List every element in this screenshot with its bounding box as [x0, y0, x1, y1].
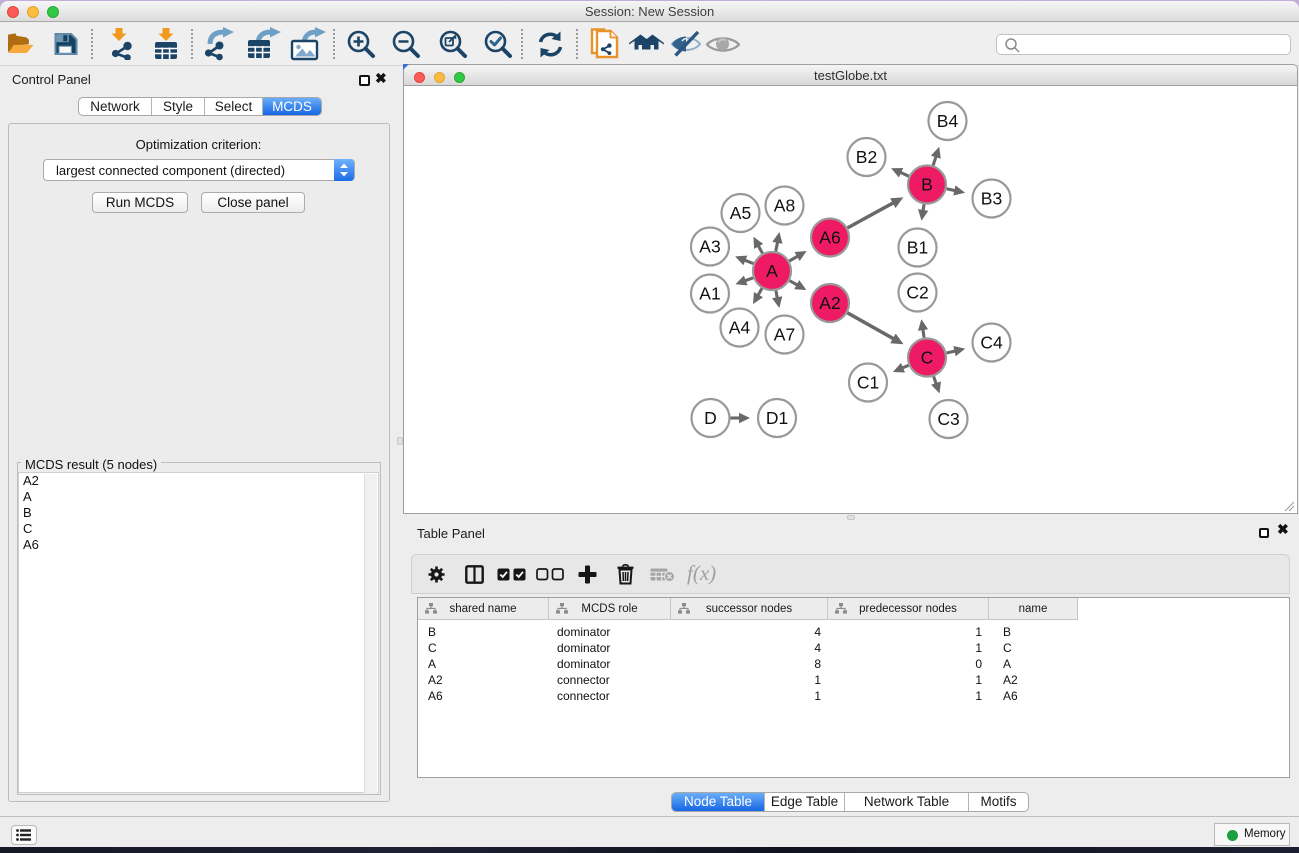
svg-text:A8: A8 [774, 196, 795, 216]
svg-text:C3: C3 [937, 409, 959, 429]
svg-text:D1: D1 [766, 408, 788, 428]
svg-text:D: D [704, 408, 717, 428]
svg-text:A6: A6 [819, 228, 840, 248]
svg-text:C2: C2 [906, 283, 928, 303]
svg-text:C: C [921, 348, 934, 368]
svg-text:A1: A1 [699, 284, 720, 304]
svg-text:A3: A3 [699, 237, 720, 257]
svg-text:B4: B4 [937, 111, 959, 131]
svg-text:B2: B2 [856, 147, 877, 167]
svg-text:B1: B1 [907, 238, 928, 258]
svg-text:B: B [921, 175, 933, 195]
svg-text:B3: B3 [981, 189, 1002, 209]
svg-text:A2: A2 [819, 293, 840, 313]
svg-text:C1: C1 [857, 373, 879, 393]
svg-text:A5: A5 [730, 203, 751, 223]
svg-text:A: A [766, 261, 778, 281]
svg-text:C4: C4 [980, 333, 1003, 353]
svg-text:A4: A4 [729, 318, 751, 338]
svg-text:A7: A7 [774, 325, 795, 345]
